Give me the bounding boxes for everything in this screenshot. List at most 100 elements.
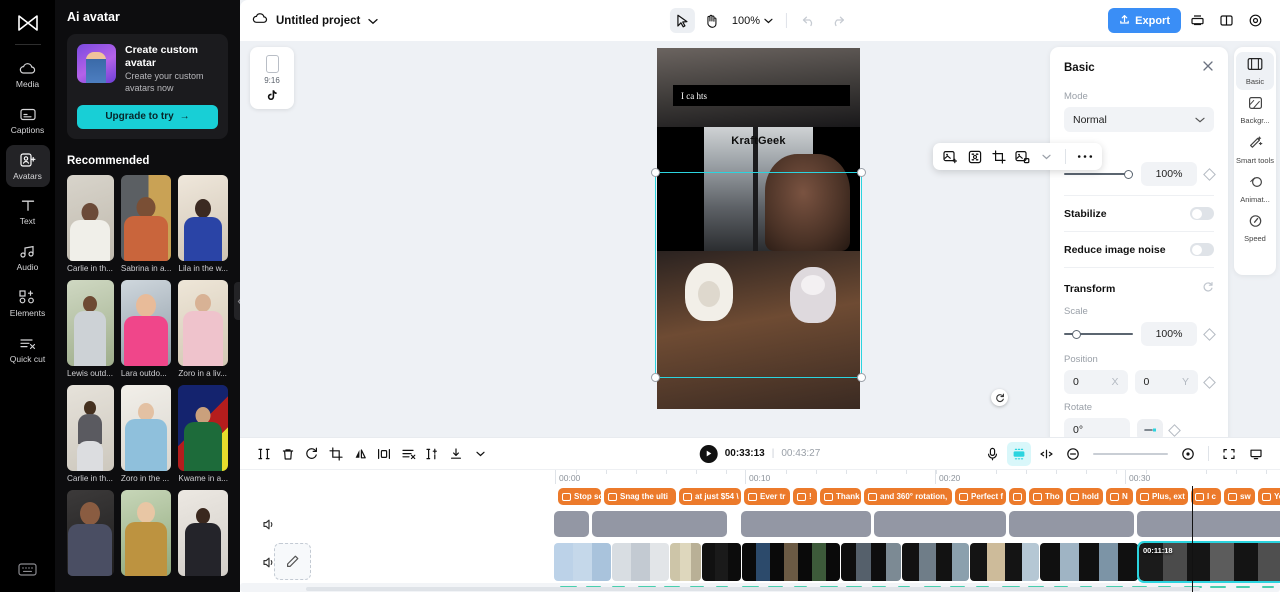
- sidebar-item-audio[interactable]: Audio: [6, 236, 50, 279]
- tab-animation[interactable]: Animat...: [1236, 170, 1274, 208]
- avatar-card[interactable]: Carlie in th...: [67, 174, 114, 273]
- avatar-card[interactable]: [120, 489, 172, 579]
- flip-icon[interactable]: [372, 442, 396, 466]
- video-clip[interactable]: [670, 543, 701, 581]
- avatar-card[interactable]: Zoro in the ...: [120, 384, 172, 483]
- rotate-icon[interactable]: [991, 389, 1008, 406]
- audio-clip[interactable]: [1137, 511, 1280, 537]
- zoom-out-icon[interactable]: [1061, 442, 1085, 466]
- sidebar-item-captions[interactable]: Captions: [6, 99, 50, 142]
- video-clip[interactable]: [902, 543, 969, 581]
- opacity-value[interactable]: 100%: [1141, 162, 1197, 186]
- avatar-card[interactable]: Lewis outd...: [67, 279, 114, 378]
- avatar-card[interactable]: Carlie in th...: [67, 384, 114, 483]
- upgrade-to-try-button[interactable]: Upgrade to try →: [77, 104, 218, 129]
- sidebar-item-text[interactable]: Text: [6, 190, 50, 233]
- playhead[interactable]: [1192, 486, 1193, 592]
- replace-media-icon[interactable]: [1012, 146, 1033, 167]
- undo-button[interactable]: [796, 8, 821, 33]
- project-title-group[interactable]: Untitled project: [252, 12, 378, 30]
- audio-clip[interactable]: [874, 511, 1006, 537]
- crop-clip-icon[interactable]: [324, 442, 348, 466]
- caption-clip[interactable]: hold: [1066, 488, 1103, 505]
- gear-icon[interactable]: [1243, 8, 1268, 33]
- zoom-level-selector[interactable]: 100%: [728, 15, 777, 27]
- keyboard-shortcuts-icon[interactable]: [18, 562, 37, 582]
- caption-clip[interactable]: at just $54 \: [679, 488, 741, 505]
- create-custom-avatar-card[interactable]: Create custom avatar Create your custom …: [67, 34, 228, 139]
- avatar-card[interactable]: Sabrina in a...: [120, 174, 172, 273]
- avatar-card[interactable]: Zoro in a liv...: [178, 279, 228, 378]
- avatar-card[interactable]: Lila in the w...: [178, 174, 228, 273]
- caption-clip[interactable]: I c: [1191, 488, 1221, 505]
- video-clip[interactable]: [970, 543, 1039, 581]
- video-clip[interactable]: [554, 543, 611, 581]
- mirror-icon[interactable]: [348, 442, 372, 466]
- caption-clip[interactable]: Ever tr: [744, 488, 790, 505]
- position-x-field[interactable]: 0 X: [1064, 370, 1128, 394]
- zoom-in-icon[interactable]: [1176, 442, 1200, 466]
- sidebar-item-media[interactable]: Media: [6, 53, 50, 96]
- add-image-icon[interactable]: [940, 146, 961, 167]
- reset-icon[interactable]: [1202, 280, 1214, 298]
- audio-clip[interactable]: [554, 511, 589, 537]
- caption-clip[interactable]: [1009, 488, 1026, 505]
- caption-clip[interactable]: Stop sc: [558, 488, 601, 505]
- play-icon[interactable]: [699, 444, 718, 463]
- split-icon[interactable]: [252, 442, 276, 466]
- mic-icon[interactable]: [980, 442, 1004, 466]
- scale-slider[interactable]: [1064, 327, 1133, 341]
- keyframe-diamond-icon[interactable]: [1203, 327, 1216, 341]
- keyframe-diamond-icon[interactable]: [1168, 423, 1181, 437]
- close-icon[interactable]: [1202, 59, 1214, 77]
- freeze-icon[interactable]: [396, 442, 420, 466]
- caption-clip[interactable]: Tho: [1029, 488, 1063, 505]
- timeline-horizontal-scrollbar[interactable]: [306, 587, 1200, 591]
- video-clip[interactable]: [841, 543, 901, 581]
- stabilize-toggle[interactable]: [1190, 207, 1214, 220]
- scale-value[interactable]: 100%: [1141, 322, 1197, 346]
- avatar-card[interactable]: Lara outdo...: [120, 279, 172, 378]
- caption-clip[interactable]: and 360° rotation,: [864, 488, 952, 505]
- tab-smart-tools[interactable]: Smart tools: [1236, 131, 1274, 169]
- caption-clip[interactable]: Plus, ext: [1136, 488, 1188, 505]
- avatar-card[interactable]: [67, 489, 114, 579]
- avatar-card[interactable]: Kwame in a...: [178, 384, 228, 483]
- caption-clip[interactable]: Perfect f: [955, 488, 1006, 505]
- caption-clip[interactable]: !: [793, 488, 817, 505]
- sidebar-item-avatars[interactable]: Avatars: [5, 144, 50, 188]
- caption-clip[interactable]: N: [1106, 488, 1133, 505]
- delete-icon[interactable]: [276, 442, 300, 466]
- video-clip[interactable]: [742, 543, 840, 581]
- download-icon[interactable]: [444, 442, 468, 466]
- rotate-clip-icon[interactable]: [300, 442, 324, 466]
- tab-basic[interactable]: Basic: [1236, 52, 1274, 91]
- audio-clip[interactable]: [1009, 511, 1134, 537]
- sidebar-item-elements[interactable]: Elements: [6, 282, 50, 325]
- tab-speed[interactable]: Speed: [1236, 209, 1274, 247]
- caption-clip[interactable]: Thank: [820, 488, 861, 505]
- fit-timeline-icon[interactable]: [1217, 442, 1241, 466]
- panel-collapse-handle[interactable]: [234, 282, 240, 320]
- layout-panel-icon[interactable]: [1214, 8, 1239, 33]
- split-trim-icon[interactable]: [420, 442, 444, 466]
- video-clip[interactable]: [1040, 543, 1138, 581]
- chevron-down-icon[interactable]: [468, 442, 492, 466]
- chevron-down-icon[interactable]: [1036, 146, 1057, 167]
- export-button[interactable]: Export: [1108, 8, 1181, 33]
- video-clip-selected[interactable]: 00:11:18: [1137, 541, 1280, 583]
- aspect-ratio-chip[interactable]: 9:16: [250, 47, 294, 109]
- timeline-zoom-slider[interactable]: [1093, 452, 1168, 455]
- fit-frame-icon[interactable]: [964, 146, 985, 167]
- caption-clip[interactable]: Snag the ulti: [604, 488, 676, 505]
- keyframe-diamond-icon[interactable]: [1203, 375, 1216, 389]
- position-y-field[interactable]: 0 Y: [1134, 370, 1198, 394]
- marker-icon[interactable]: [1034, 442, 1058, 466]
- video-clip[interactable]: [702, 543, 741, 581]
- sidebar-item-quick-cut[interactable]: Quick cut: [6, 328, 50, 371]
- tab-background[interactable]: Backgr...: [1236, 91, 1274, 129]
- auto-edit-icon[interactable]: [1007, 441, 1031, 466]
- caption-overlay[interactable]: I ca hts: [673, 85, 850, 106]
- audio-clip[interactable]: [741, 511, 871, 537]
- print-icon[interactable]: [1185, 8, 1210, 33]
